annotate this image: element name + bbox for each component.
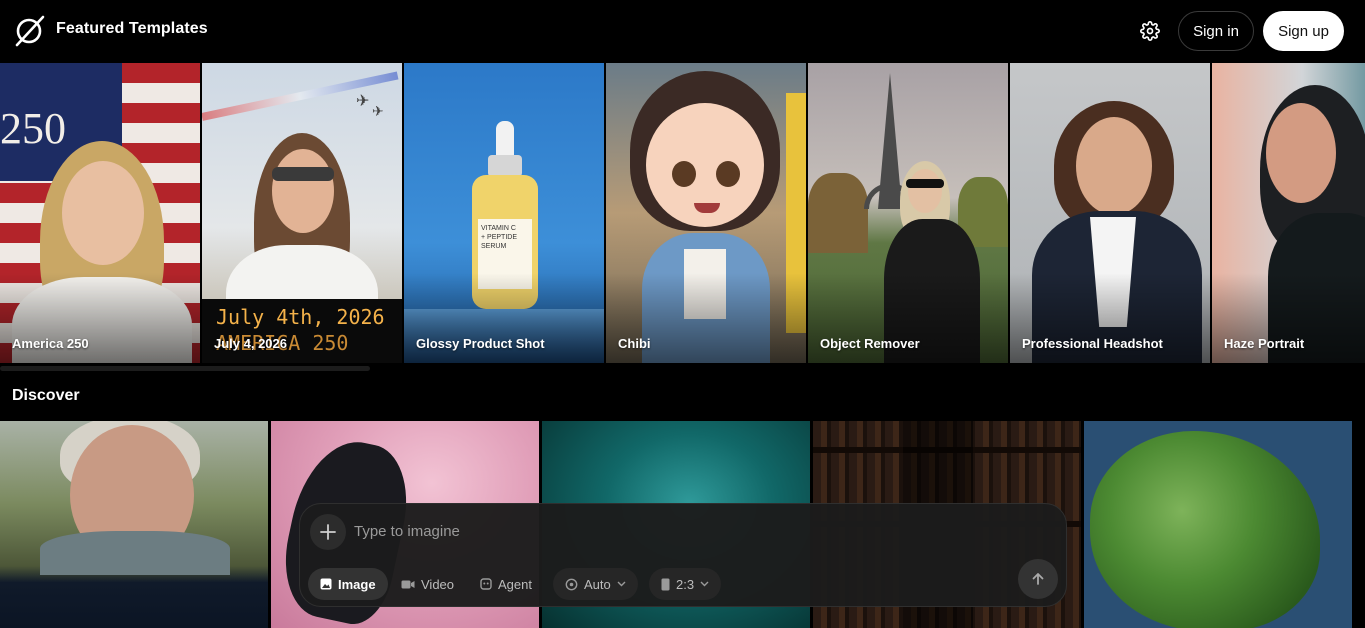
- header: Featured Templates Sign in Sign up: [0, 0, 1365, 62]
- slashed-circle-logo-icon[interactable]: [12, 14, 46, 48]
- prompt-input[interactable]: [354, 518, 994, 544]
- page-title: Featured Templates: [56, 20, 208, 37]
- sign-up-button[interactable]: Sign up: [1263, 11, 1344, 51]
- aspect-ratio-label: 2:3: [676, 576, 695, 592]
- template-label: Haze Portrait: [1224, 336, 1305, 351]
- template-card-america-250[interactable]: 250 America 250: [0, 63, 200, 363]
- template-card-july-4-2026[interactable]: ✈ ✈ July 4th, 2026 AMERICA 250 July 4, 2…: [202, 63, 402, 363]
- template-label: Professional Headshot: [1022, 336, 1163, 351]
- gear-icon: [1140, 21, 1160, 41]
- template-label: Glossy Product Shot: [416, 336, 545, 351]
- template-card-haze-portrait[interactable]: Haze Portrait: [1212, 63, 1365, 363]
- template-label: July 4, 2026: [214, 336, 287, 351]
- template-card-chibi[interactable]: Chibi: [606, 63, 806, 363]
- flag-text: 250: [0, 104, 66, 153]
- template-card-object-remover[interactable]: Object Remover: [808, 63, 1008, 363]
- templates-scrollbar[interactable]: [0, 366, 370, 371]
- plus-icon: [320, 524, 336, 540]
- bottle-text-2: + PEPTIDE: [481, 234, 517, 241]
- template-label: Chibi: [618, 336, 651, 351]
- prompt-panel: Image Video Agent Auto 2:3: [299, 503, 1067, 607]
- mode-agent-label: Agent: [498, 576, 532, 592]
- discover-tile-elderly-man[interactable]: [0, 421, 268, 628]
- mode-video-label: Video: [421, 576, 455, 592]
- mode-agent-button[interactable]: Agent: [468, 568, 544, 600]
- model-select-label: Auto: [584, 576, 611, 592]
- template-card-glossy-product-shot[interactable]: VITAMIN C + PEPTIDE SERUM Glossy Product…: [404, 63, 604, 363]
- image-icon: [320, 578, 332, 590]
- send-button[interactable]: [1018, 559, 1058, 599]
- bottle-text-1: VITAMIN C: [481, 225, 516, 232]
- chevron-down-icon: [700, 581, 709, 587]
- aspect-ratio-select[interactable]: 2:3: [649, 568, 722, 600]
- arrow-up-icon: [1032, 573, 1044, 585]
- aspect-ratio-icon: [661, 578, 670, 590]
- chevron-down-icon: [617, 581, 626, 587]
- settings-button[interactable]: [1136, 17, 1164, 45]
- video-camera-icon: [401, 580, 415, 588]
- agent-icon: [480, 578, 492, 590]
- mode-image-button[interactable]: Image: [308, 568, 388, 600]
- template-image: ✈ ✈ July 4th, 2026 AMERICA 250: [202, 63, 402, 363]
- featured-templates-row: 250 America 250 ✈ ✈ July 4th, 2026 AMERI…: [0, 63, 1365, 363]
- banner-line-1: July 4th, 2026: [216, 305, 385, 329]
- discover-tile-green-tree[interactable]: [1084, 421, 1352, 628]
- mode-video-button[interactable]: Video: [389, 568, 466, 600]
- add-attachment-button[interactable]: [310, 514, 346, 550]
- template-label: Object Remover: [820, 336, 920, 351]
- template-label: America 250: [12, 336, 89, 351]
- template-card-professional-headshot[interactable]: Professional Headshot: [1010, 63, 1210, 363]
- sign-in-button[interactable]: Sign in: [1178, 11, 1254, 51]
- discover-title: Discover: [12, 387, 80, 404]
- model-select[interactable]: Auto: [553, 568, 638, 600]
- model-icon: [565, 578, 578, 590]
- mode-image-label: Image: [338, 576, 376, 592]
- bottle-text-3: SERUM: [481, 243, 507, 250]
